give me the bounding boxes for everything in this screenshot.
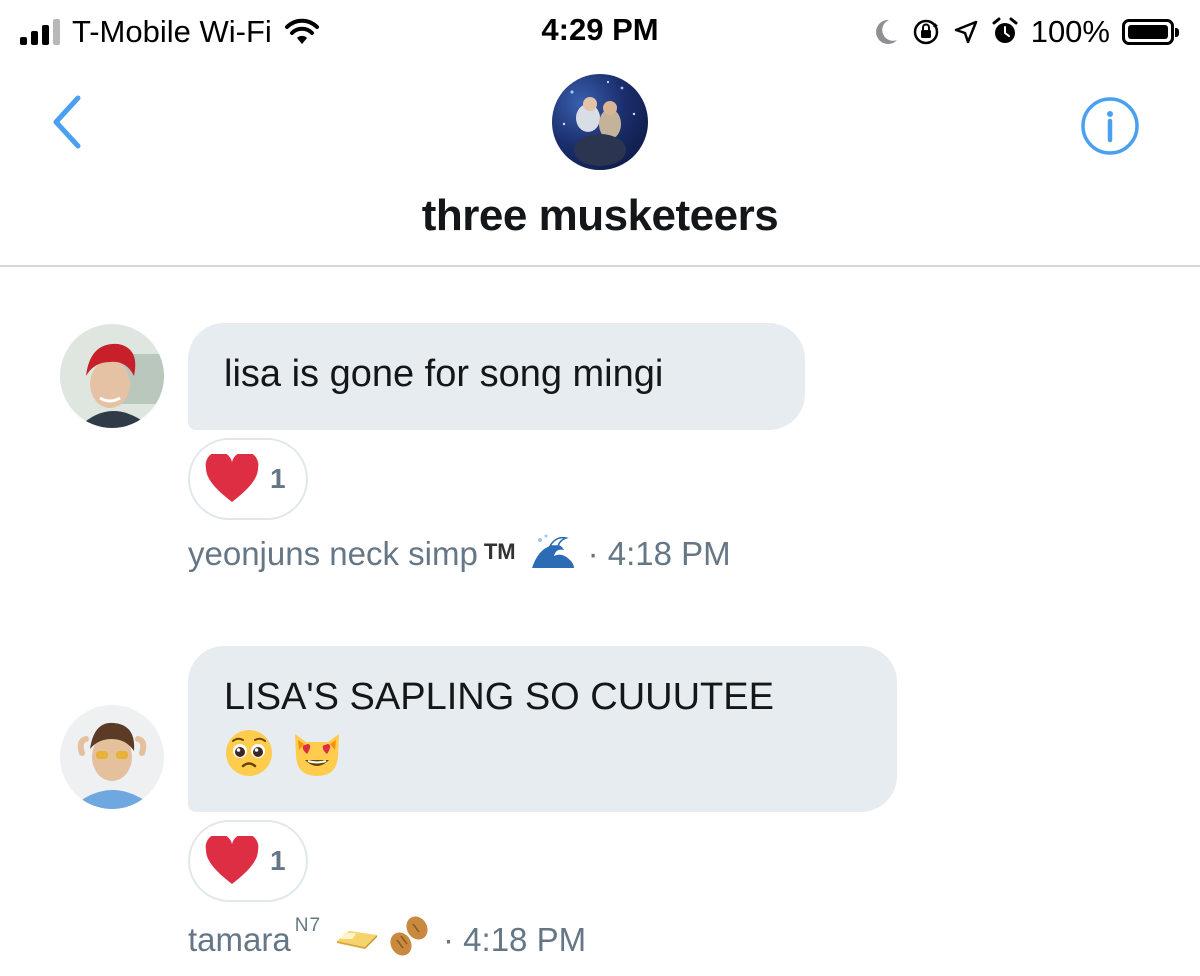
location-icon <box>954 20 977 44</box>
heart-icon <box>205 454 259 502</box>
conversation-title: three musketeers <box>421 191 779 240</box>
peanut-icon <box>387 914 431 966</box>
back-button[interactable] <box>44 92 88 152</box>
message-meta: tamara N7 · 4:18 PM <box>188 914 586 966</box>
wave-icon <box>530 530 576 578</box>
reaction-count: 1 <box>270 845 286 876</box>
message-bubble[interactable]: LISA'S SAPLING SO CUUUTEE <box>188 646 897 812</box>
message-timestamp: · 4:18 PM <box>587 535 731 572</box>
group-avatar[interactable] <box>552 74 648 170</box>
message-text: LISA'S SAPLING SO CUUUTEE <box>224 676 774 718</box>
battery-icon <box>1122 19 1179 45</box>
do-not-disturb-icon <box>875 19 897 44</box>
battery-fill <box>1128 25 1168 39</box>
sender-photo <box>60 324 164 428</box>
status-right: 100% <box>873 10 1179 54</box>
message-text: lisa is gone for song mingi <box>224 353 664 395</box>
sender-name[interactable]: tamara <box>188 921 291 959</box>
avatar[interactable] <box>60 705 164 809</box>
sender-name-suffix: N7 <box>294 915 322 936</box>
butter-icon <box>335 921 379 959</box>
sender-name-suffix: TM <box>483 539 516 564</box>
pleading-face-icon <box>226 730 272 776</box>
chevron-left-icon <box>53 95 81 149</box>
conversation-header: three musketeers <box>0 64 1200 267</box>
sender-name[interactable]: yeonjuns neck simp <box>188 535 478 573</box>
alarm-icon <box>992 17 1018 43</box>
heart-eyes-cat-icon <box>295 734 339 776</box>
orientation-lock-icon <box>913 19 938 45</box>
battery-percent: 100% <box>1030 14 1110 49</box>
message-bubble[interactable]: lisa is gone for song mingi <box>188 323 805 430</box>
message-timestamp: · 4:18 PM <box>443 921 587 958</box>
message-meta: yeonjuns neck simp TM · 4:18 PM <box>188 530 731 578</box>
info-icon <box>1081 97 1139 155</box>
reaction-count: 1 <box>270 463 286 494</box>
status-bar: T-Mobile Wi-Fi 4:29 PM 100% <box>0 0 1200 64</box>
message-emojis <box>224 728 863 778</box>
reaction-button[interactable]: 1 <box>188 820 308 902</box>
info-button[interactable] <box>1080 96 1140 156</box>
group-photo <box>562 80 636 166</box>
sender-photo <box>60 705 164 809</box>
avatar[interactable] <box>60 324 164 428</box>
heart-icon <box>205 836 259 884</box>
reaction-button[interactable]: 1 <box>188 438 308 520</box>
